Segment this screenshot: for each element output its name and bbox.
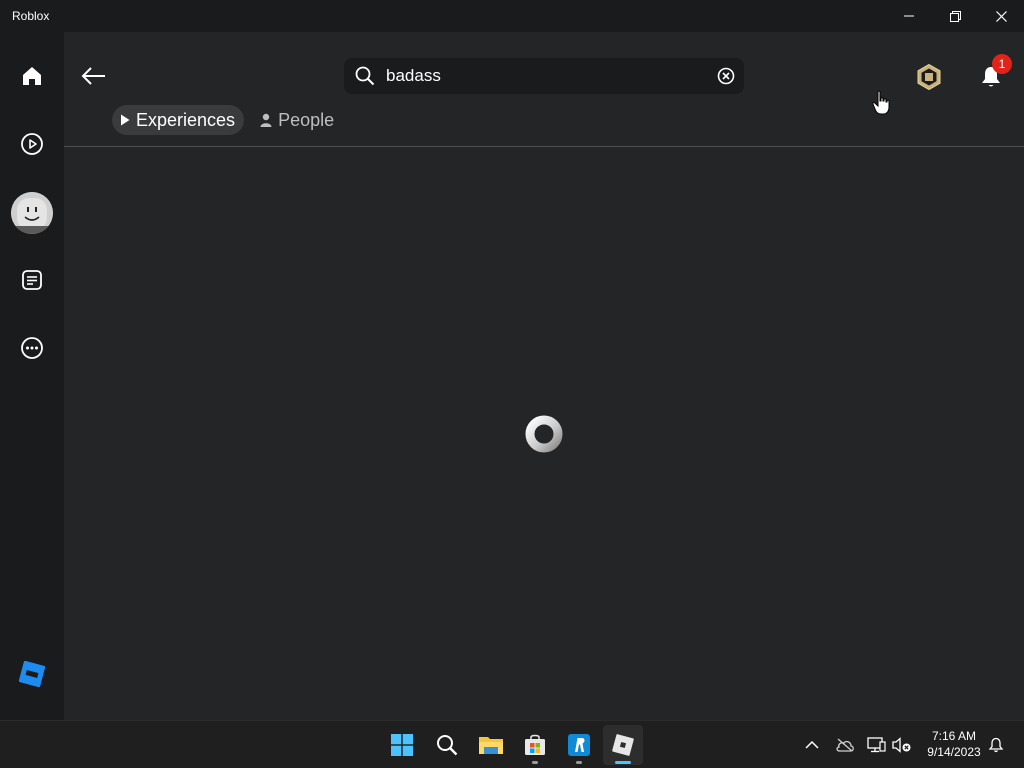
avatar-icon — [11, 192, 53, 234]
hand-cursor-icon — [872, 90, 890, 115]
notification-center-button[interactable] — [984, 733, 1008, 757]
restore-icon — [949, 10, 961, 22]
back-button[interactable] — [78, 62, 110, 90]
windows-taskbar: 7:16 AM 9/14/2023 — [0, 720, 1024, 768]
show-hidden-icons-button[interactable] — [800, 733, 824, 757]
header-divider — [64, 146, 1024, 147]
speaker-muted-icon — [892, 737, 911, 753]
active-indicator — [615, 761, 631, 764]
sidebar-item-more[interactable] — [12, 328, 52, 368]
store-bag-icon — [525, 734, 545, 755]
network-icon — [867, 737, 886, 753]
clock-time: 7:16 AM — [931, 729, 977, 743]
search-tabs: Experiences People — [112, 105, 343, 135]
play-circle-icon — [21, 133, 43, 155]
running-indicator — [532, 761, 538, 764]
taskbar-clock[interactable]: 7:16 AM 9/14/2023 — [920, 728, 988, 760]
window-title: Roblox — [12, 9, 50, 23]
folder-icon — [479, 737, 503, 754]
sidebar-item-chat[interactable] — [12, 260, 52, 300]
minimize-icon — [904, 15, 914, 17]
minimize-button[interactable] — [886, 0, 932, 32]
search-icon — [437, 735, 458, 756]
taskbar-search-button[interactable] — [427, 725, 467, 765]
taskbar-roblox-app[interactable] — [603, 725, 643, 765]
sidebar-item-avatar[interactable] — [11, 192, 53, 234]
taskbar-roblox-r-app[interactable] — [559, 725, 599, 765]
volume-tray-button[interactable] — [890, 733, 914, 757]
search-input[interactable] — [386, 58, 712, 94]
cloud-offline-icon — [836, 738, 854, 752]
sidebar-item-home[interactable] — [12, 56, 52, 96]
close-icon — [995, 10, 1007, 22]
roblox-logo-icon — [19, 661, 45, 687]
running-indicator — [576, 761, 582, 764]
clock-date: 9/14/2023 — [927, 745, 981, 759]
onedrive-tray-button[interactable] — [833, 733, 857, 757]
window-titlebar: Roblox — [0, 0, 1024, 32]
notifications-button[interactable]: 1 — [974, 54, 1012, 94]
window-controls — [886, 0, 1024, 32]
sidebar-item-discover[interactable] — [12, 124, 52, 164]
windows-logo-icon — [391, 734, 413, 756]
roblox-logo — [16, 658, 48, 690]
taskbar-microsoft-store[interactable] — [515, 725, 555, 765]
nav-sidebar — [0, 32, 64, 720]
start-button[interactable] — [382, 725, 422, 765]
loading-spinner-icon — [525, 415, 563, 453]
roblox-icon — [612, 734, 634, 756]
network-tray-button[interactable] — [865, 733, 889, 757]
person-icon — [260, 113, 272, 127]
home-icon — [23, 67, 41, 85]
close-button[interactable] — [978, 0, 1024, 32]
robux-icon — [917, 63, 941, 91]
chevron-up-icon — [805, 740, 819, 749]
notification-count-badge: 1 — [992, 54, 1012, 74]
restore-button[interactable] — [932, 0, 978, 32]
search-bar — [344, 58, 744, 94]
chat-icon — [22, 270, 42, 290]
taskbar-file-explorer[interactable] — [471, 725, 511, 765]
roblox-r-icon — [568, 734, 590, 756]
more-icon — [21, 337, 43, 359]
clear-search-button[interactable] — [712, 62, 740, 90]
robux-button[interactable] — [914, 62, 944, 92]
arrow-left-icon — [81, 67, 105, 85]
tab-people[interactable]: People — [252, 105, 343, 135]
search-icon — [344, 66, 386, 86]
clear-circle-icon — [717, 67, 735, 85]
tab-experiences-label: Experiences — [136, 109, 236, 130]
search-results-page: 1 Experiences People — [64, 32, 1024, 720]
tab-experiences[interactable]: Experiences — [112, 105, 245, 135]
bell-outline-icon — [988, 737, 1004, 753]
play-triangle-icon — [121, 114, 130, 126]
tab-people-label: People — [278, 109, 335, 130]
